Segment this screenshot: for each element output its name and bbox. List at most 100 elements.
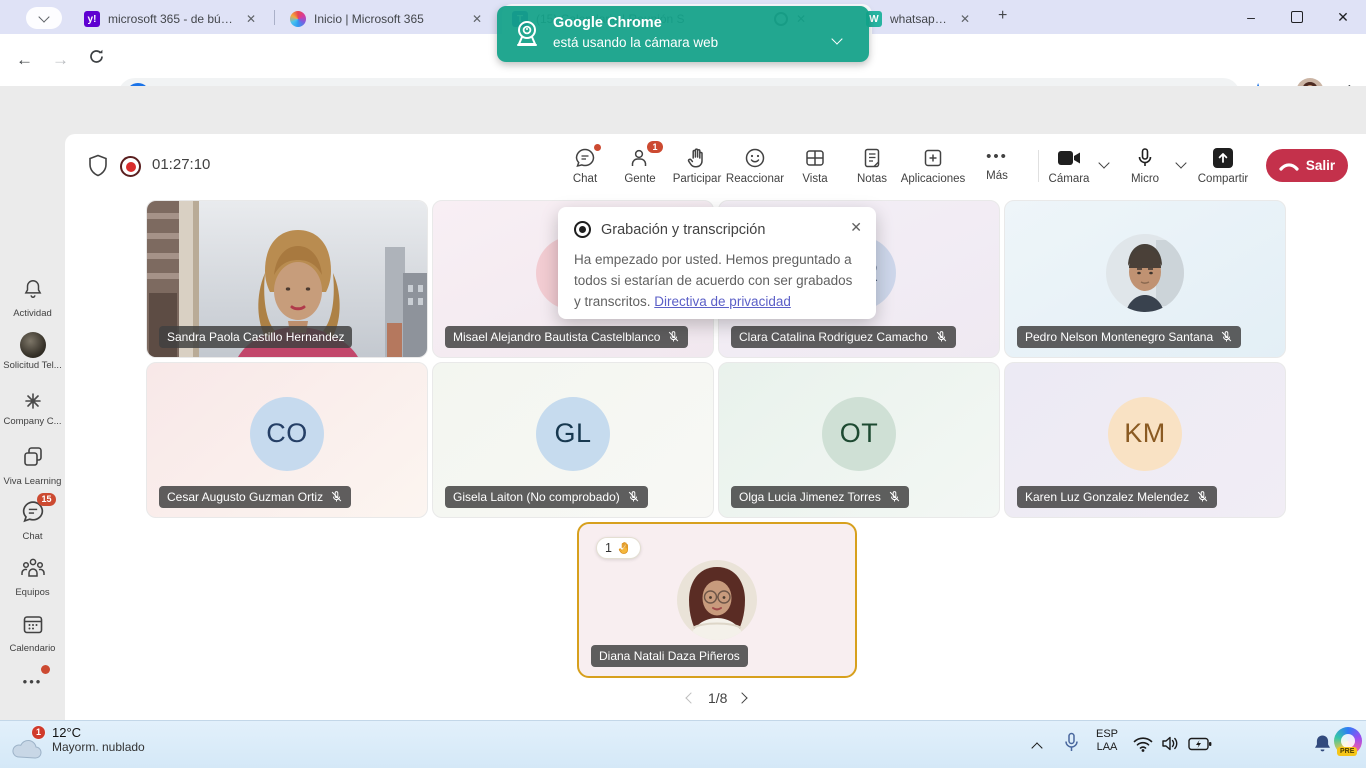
close-tab-icon[interactable]: ✕ (960, 12, 970, 26)
participant-tile[interactable]: Pedro Nelson Montenegro Santana (1004, 200, 1286, 358)
tray-overflow-icon[interactable] (1031, 742, 1042, 753)
camera-icon (1055, 146, 1083, 170)
participant-tile[interactable]: CO Cesar Augusto Guzman Ortiz (146, 362, 428, 518)
toolbar-label: Aplicaciones (901, 173, 966, 185)
sidebar-item-equipos[interactable]: Equipos (0, 556, 65, 598)
sidebar-item-actividad[interactable]: Actividad (0, 277, 65, 319)
sidebar-label: Solicitud Tel... (0, 360, 65, 371)
close-tab-icon[interactable]: ✕ (246, 12, 256, 26)
weather-alert-badge: 1 (31, 725, 46, 740)
participant-name-plate: Sandra Paola Castillo Hernandez (159, 326, 352, 348)
avatar-initials: CO (250, 397, 324, 471)
sidebar-item-solicitud[interactable]: Solicitud Tel... (0, 332, 65, 371)
weather-temp: 12°C (52, 725, 145, 740)
sidebar-label: Actividad (0, 308, 65, 319)
calendar-icon (21, 612, 45, 636)
more-apps-notification-dot (41, 665, 50, 674)
apps-plus-icon (921, 146, 945, 170)
hang-up-icon (1279, 161, 1299, 171)
screen: y! microsoft 365 - de búsqueda ✕ Inicio … (0, 0, 1366, 768)
taskbar: 1 12°C Mayorm. nublado T (0, 720, 1366, 768)
raised-hand-icon (617, 540, 632, 556)
language-indicator[interactable]: ESP LAA (1090, 728, 1124, 754)
participant-tile-video[interactable]: Sandra Paola Castillo Hernandez (146, 200, 428, 358)
close-window-button[interactable]: ✕ (1320, 0, 1366, 34)
participant-name: Clara Catalina Rodriguez Camacho (739, 330, 928, 344)
leave-label: Salir (1306, 158, 1335, 173)
minimize-button[interactable]: – (1228, 0, 1274, 34)
more-dots-icon: ••• (958, 146, 1036, 170)
participant-name: Olga Lucia Jimenez Torres (739, 490, 881, 504)
copilot-inner (1341, 734, 1355, 748)
company-app-icon (25, 393, 41, 409)
smiley-icon (743, 146, 767, 170)
toolbar-share-button[interactable]: Compartir (1184, 146, 1262, 185)
chat-alert-dot (594, 144, 601, 151)
reload-icon[interactable] (88, 48, 105, 70)
participant-tile[interactable]: GL Gisela Laiton (No comprobado) (432, 362, 714, 518)
mic-off-icon (1220, 330, 1233, 344)
meeting-security-shield-icon[interactable] (88, 154, 108, 177)
weather-widget[interactable]: 1 12°C Mayorm. nublado (10, 725, 145, 759)
toolbar-label: Notas (857, 173, 887, 185)
teams-sidebar: Actividad Solicitud Tel... Company C... … (0, 134, 65, 720)
toolbar-mic-button[interactable]: Micro (1106, 146, 1184, 185)
mic-icon (1133, 146, 1157, 170)
sidebar-item-chat[interactable]: 15 Chat (0, 499, 65, 542)
copilot-icon[interactable]: PRE (1334, 727, 1362, 755)
sidebar-label: Viva Learning (0, 476, 65, 487)
mic-off-icon (330, 490, 343, 504)
participant-name-plate: Pedro Nelson Montenegro Santana (1017, 326, 1241, 348)
back-icon[interactable]: ← (16, 50, 33, 70)
weather-condition: Mayorm. nublado (52, 740, 145, 754)
wifi-icon[interactable] (1133, 736, 1153, 752)
recording-dialog[interactable]: Grabación y transcripción ✕ Ha empezado … (558, 207, 876, 319)
participant-name-plate: Olga Lucia Jimenez Torres (731, 486, 909, 508)
dialog-close-icon[interactable]: ✕ (850, 219, 862, 236)
participant-tile-raised-hand[interactable]: 1 Diana Natali Daza Piñeros (577, 522, 857, 678)
browser-tab-1[interactable]: y! microsoft 365 - de búsqueda ✕ (74, 4, 290, 34)
close-tab-icon[interactable]: ✕ (472, 12, 482, 26)
chat-icon (573, 146, 597, 170)
browser-tab-2[interactable]: Inicio | Microsoft 365 ✕ (280, 4, 518, 34)
toolbar-more-button[interactable]: ••• Más (958, 146, 1036, 182)
new-tab-button[interactable]: + (998, 7, 1007, 25)
forward-icon[interactable]: → (52, 50, 69, 70)
sidebar-item-company[interactable]: Company C... (0, 393, 65, 427)
participant-name: Misael Alejandro Bautista Castelblanco (453, 330, 660, 344)
chevron-down-icon (38, 11, 49, 22)
chevron-down-icon[interactable] (831, 33, 842, 44)
restore-button[interactable] (1274, 0, 1320, 34)
toolbar-camera-button[interactable]: Cámara (1030, 146, 1108, 185)
mic-off-icon (667, 330, 680, 344)
sidebar-item-calendario[interactable]: Calendario (0, 612, 65, 654)
toolbar-label: Chat (573, 173, 597, 185)
participant-tile[interactable]: KM Karen Luz Gonzalez Melendez (1004, 362, 1286, 518)
participant-tile[interactable]: OT Olga Lucia Jimenez Torres (718, 362, 1000, 518)
bell-icon (22, 277, 44, 301)
participant-name-plate: Misael Alejandro Bautista Castelblanco (445, 326, 688, 348)
browser-tab-4[interactable]: W whatsapp web - de búsqueda ✕ (856, 4, 1004, 34)
notification-bell-icon[interactable] (1314, 734, 1331, 753)
grid-view-icon (803, 146, 827, 170)
chat-badge: 15 (37, 493, 55, 506)
participant-name: Sandra Paola Castillo Hernandez (167, 330, 344, 344)
tab-search-button[interactable] (26, 7, 62, 29)
notification-title: Google Chrome (553, 15, 662, 31)
speaker-icon[interactable] (1161, 735, 1179, 752)
recording-indicator-icon (120, 156, 141, 177)
sidebar-item-viva-learning[interactable]: Viva Learning (0, 445, 65, 487)
sidebar-more-icon[interactable]: ••• (0, 674, 65, 689)
toolbar-label: Micro (1131, 173, 1159, 185)
toolbar-label: Más (986, 170, 1008, 182)
toolbar-label: Cámara (1049, 173, 1090, 185)
avatar-initials: OT (822, 397, 896, 471)
participant-name-plate: Gisela Laiton (No comprobado) (445, 486, 648, 508)
privacy-policy-link[interactable]: Directiva de privacidad (654, 294, 791, 309)
sidebar-label: Company C... (0, 416, 65, 427)
raised-hand-badge: 1 (596, 537, 641, 559)
camera-notification[interactable]: Google Chrome está usando la cámara web (497, 6, 869, 62)
leave-meeting-button[interactable]: Salir (1266, 149, 1348, 182)
tray-mic-icon[interactable] (1063, 732, 1080, 754)
battery-icon[interactable] (1188, 737, 1212, 751)
